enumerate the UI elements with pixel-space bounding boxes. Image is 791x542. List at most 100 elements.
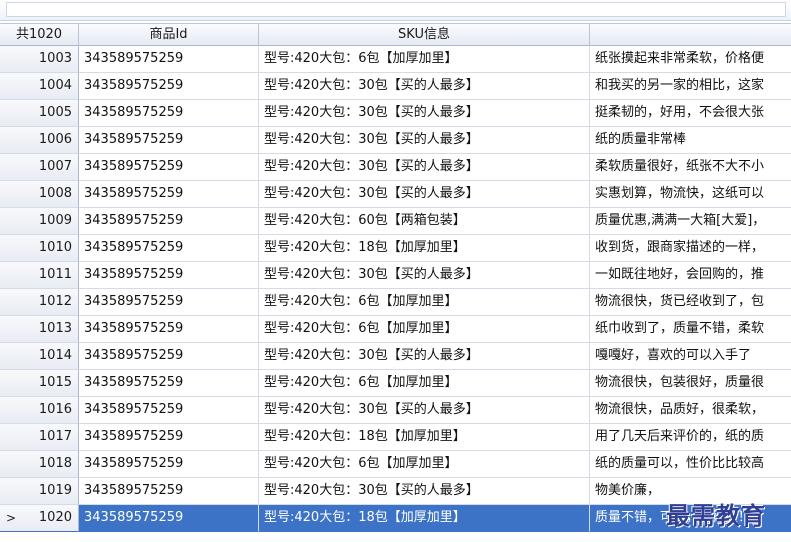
column-header-sku[interactable]: SKU信息 — [259, 24, 590, 46]
cell-sku[interactable]: 型号:420大包：30包【买的人最多】 — [259, 262, 590, 289]
cell-product-id[interactable]: 343589575259 — [79, 235, 259, 262]
cell-sku[interactable]: 型号:420大包：6包【加厚加里】 — [259, 316, 590, 343]
column-header-product-id[interactable]: 商品Id — [79, 24, 259, 46]
cell-product-id[interactable]: 343589575259 — [79, 370, 259, 397]
cell-comment[interactable]: 纸的质量非常棒 — [590, 127, 791, 154]
row-index-label: 1012 — [38, 294, 72, 309]
cell-comment[interactable]: 纸张摸起来非常柔软，价格便 — [590, 46, 791, 73]
cell-sku[interactable]: 型号:420大包：30包【买的人最多】 — [259, 154, 590, 181]
table-row[interactable]: 1017 343589575259 型号:420大包：18包【加厚加里】 用了几天后来… — [0, 424, 791, 451]
column-header-comment[interactable] — [590, 24, 791, 46]
cell-product-id[interactable]: 343589575259 — [79, 397, 259, 424]
cell-product-id[interactable]: 343589575259 — [79, 451, 259, 478]
cell-comment[interactable]: 质量优惠,满满一大箱[大爱]， — [590, 208, 791, 235]
table-row[interactable]: 1014 343589575259 型号:420大包：30包【买的人最多】 嘎嘎好，喜… — [0, 343, 791, 370]
cell-sku[interactable]: 型号:420大包：30包【买的人最多】 — [259, 397, 590, 424]
row-index-label: 1009 — [38, 213, 72, 228]
cell-product-id[interactable]: 343589575259 — [79, 478, 259, 505]
cell-comment[interactable]: 纸巾收到了，质量不错，柔软 — [590, 316, 791, 343]
row-index-label: 1006 — [38, 132, 72, 147]
cell-comment[interactable]: 物流很快，品质好，很柔软， — [590, 397, 791, 424]
row-index[interactable]: 1005 — [0, 100, 79, 127]
row-index-label: 1018 — [38, 456, 72, 471]
cell-product-id[interactable]: 343589575259 — [79, 100, 259, 127]
cell-product-id[interactable]: 343589575259 — [79, 127, 259, 154]
cell-sku[interactable]: 型号:420大包：30包【买的人最多】 — [259, 127, 590, 154]
row-index[interactable]: 1013 — [0, 316, 79, 343]
row-index[interactable]: 1016 — [0, 397, 79, 424]
row-index-label: 1020 — [38, 510, 72, 525]
cell-sku[interactable]: 型号:420大包：18包【加厚加里】 — [259, 505, 590, 532]
row-index[interactable]: 1014 — [0, 343, 79, 370]
cell-sku[interactable]: 型号:420大包：6包【加厚加里】 — [259, 46, 590, 73]
cell-product-id[interactable]: 343589575259 — [79, 262, 259, 289]
cell-comment[interactable]: 物流很快，包装很好，质量很 — [590, 370, 791, 397]
table-row[interactable]: 1006 343589575259 型号:420大包：30包【买的人最多】 纸的质量非… — [0, 127, 791, 154]
cell-comment[interactable]: 和我买的另一家的相比，这家 — [590, 73, 791, 100]
cell-sku[interactable]: 型号:420大包：30包【买的人最多】 — [259, 73, 590, 100]
row-index-label: 1008 — [38, 186, 72, 201]
cell-comment[interactable]: 物流很快，货已经收到了，包 — [590, 289, 791, 316]
table-row[interactable]: 1003 343589575259 型号:420大包：6包【加厚加里】 纸张摸起来非常… — [0, 46, 791, 73]
cell-sku[interactable]: 型号:420大包：30包【买的人最多】 — [259, 343, 590, 370]
row-index[interactable]: >1020 — [0, 505, 79, 532]
table-row[interactable]: 1011 343589575259 型号:420大包：30包【买的人最多】 一如既往地… — [0, 262, 791, 289]
cell-sku[interactable]: 型号:420大包：6包【加厚加里】 — [259, 289, 590, 316]
row-index[interactable]: 1008 — [0, 181, 79, 208]
table-row[interactable]: 1008 343589575259 型号:420大包：30包【买的人最多】 实惠划算，… — [0, 181, 791, 208]
table-row[interactable]: 1018 343589575259 型号:420大包：6包【加厚加里】 纸的质量可以，… — [0, 451, 791, 478]
row-index[interactable]: 1003 — [0, 46, 79, 73]
row-index[interactable]: 1006 — [0, 127, 79, 154]
row-index[interactable]: 1018 — [0, 451, 79, 478]
row-index[interactable]: 1010 — [0, 235, 79, 262]
cell-product-id[interactable]: 343589575259 — [79, 424, 259, 451]
cell-sku[interactable]: 型号:420大包：60包【两箱包装】 — [259, 208, 590, 235]
cell-sku[interactable]: 型号:420大包：30包【买的人最多】 — [259, 478, 590, 505]
row-index[interactable]: 1007 — [0, 154, 79, 181]
cell-sku[interactable]: 型号:420大包：30包【买的人最多】 — [259, 181, 590, 208]
cell-product-id[interactable]: 343589575259 — [79, 316, 259, 343]
cell-comment[interactable]: 嘎嘎好，喜欢的可以入手了 — [590, 343, 791, 370]
cell-comment[interactable]: 挺柔韧的，好用，不会很大张 — [590, 100, 791, 127]
table-row[interactable]: 1005 343589575259 型号:420大包：30包【买的人最多】 挺柔韧的，… — [0, 100, 791, 127]
cell-product-id[interactable]: 343589575259 — [79, 343, 259, 370]
row-index[interactable]: 1012 — [0, 289, 79, 316]
cell-comment[interactable]: 收到货，跟商家描述的一样， — [590, 235, 791, 262]
cell-comment[interactable]: 一如既往地好，会回购的，推 — [590, 262, 791, 289]
row-index[interactable]: 1019 — [0, 478, 79, 505]
table-row[interactable]: 1009 343589575259 型号:420大包：60包【两箱包装】 质量优惠,满… — [0, 208, 791, 235]
cell-product-id[interactable]: 343589575259 — [79, 208, 259, 235]
cell-sku[interactable]: 型号:420大包：18包【加厚加里】 — [259, 424, 590, 451]
cell-product-id[interactable]: 343589575259 — [79, 154, 259, 181]
cell-sku[interactable]: 型号:420大包：18包【加厚加里】 — [259, 235, 590, 262]
cell-comment[interactable]: 纸的质量可以，性价比比较高 — [590, 451, 791, 478]
row-index[interactable]: 1009 — [0, 208, 79, 235]
cell-comment[interactable]: 用了几天后来评价的，纸的质 — [590, 424, 791, 451]
cell-sku[interactable]: 型号:420大包：30包【买的人最多】 — [259, 100, 590, 127]
row-index[interactable]: 1011 — [0, 262, 79, 289]
table-row[interactable]: 1007 343589575259 型号:420大包：30包【买的人最多】 柔软质量很… — [0, 154, 791, 181]
table-row[interactable]: 1012 343589575259 型号:420大包：6包【加厚加里】 物流很快，货已… — [0, 289, 791, 316]
row-index-label: 1014 — [38, 348, 72, 363]
row-index[interactable]: 1017 — [0, 424, 79, 451]
cell-comment[interactable]: 实惠划算，物流快，这纸可以 — [590, 181, 791, 208]
table-row[interactable]: 1015 343589575259 型号:420大包：6包【加厚加里】 物流很快，包装… — [0, 370, 791, 397]
filter-bar[interactable] — [6, 2, 786, 17]
table-row[interactable]: 1010 343589575259 型号:420大包：18包【加厚加里】 收到货，跟商… — [0, 235, 791, 262]
cell-sku[interactable]: 型号:420大包：6包【加厚加里】 — [259, 370, 590, 397]
cell-product-id[interactable]: 343589575259 — [79, 181, 259, 208]
current-row-indicator: > — [6, 511, 17, 525]
cell-comment[interactable]: 柔软质量很好，纸张不大不小 — [590, 154, 791, 181]
cell-product-id[interactable]: 343589575259 — [79, 73, 259, 100]
row-count-header[interactable]: 共1020 — [0, 24, 79, 46]
toolbar-strip — [0, 0, 791, 21]
cell-product-id[interactable]: 343589575259 — [79, 289, 259, 316]
cell-product-id[interactable]: 343589575259 — [79, 46, 259, 73]
row-index[interactable]: 1004 — [0, 73, 79, 100]
table-row[interactable]: 1004 343589575259 型号:420大包：30包【买的人最多】 和我买的另… — [0, 73, 791, 100]
cell-product-id[interactable]: 343589575259 — [79, 505, 259, 532]
row-index[interactable]: 1015 — [0, 370, 79, 397]
table-row[interactable]: 1016 343589575259 型号:420大包：30包【买的人最多】 物流很快，… — [0, 397, 791, 424]
cell-sku[interactable]: 型号:420大包：6包【加厚加里】 — [259, 451, 590, 478]
table-row[interactable]: 1013 343589575259 型号:420大包：6包【加厚加里】 纸巾收到了，质… — [0, 316, 791, 343]
